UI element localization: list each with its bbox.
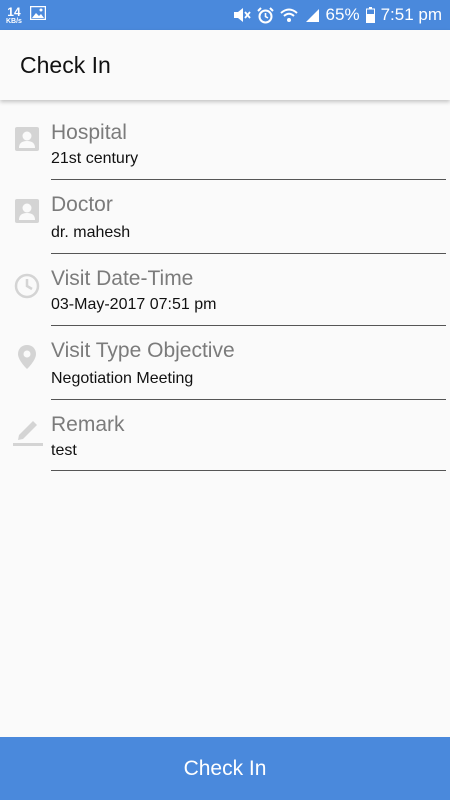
field-label: Remark [51,413,125,436]
status-bar-left: 14 KB/s [6,5,47,25]
net-speed-value: 14 [7,4,21,19]
field-label: Visit Date-Time [51,267,194,290]
battery-percent: 65% [325,5,360,24]
alarm-icon [256,6,274,24]
clock-icon [13,272,41,300]
check-in-button[interactable]: Check In [0,737,450,800]
field-underline [51,470,446,471]
field-value: Negotiation Meeting [51,370,194,387]
field-value: test [51,442,77,459]
field-value: 03-May-2017 07:51 pm [51,296,217,313]
field-label: Doctor [51,193,113,216]
doctor-field[interactable]: Doctor dr. mahesh [0,187,450,257]
field-label: Visit Type Objective [51,339,235,362]
visit-datetime-field[interactable]: Visit Date-Time 03-May-2017 07:51 pm [0,261,450,331]
clock-time: 7:51 pm [380,5,442,24]
gallery-icon [29,5,47,25]
wifi-icon [279,8,298,23]
battery-icon [365,7,375,23]
signal-icon [304,8,320,23]
field-label: Hospital [51,121,127,144]
remark-field[interactable]: Remark test [0,407,450,477]
field-underline [51,399,446,400]
field-value: 21st century [51,150,139,167]
mute-icon [233,7,251,23]
status-bar: 14 KB/s 65% 7:51 pm [0,0,450,30]
location-pin-icon [13,343,41,371]
visit-type-field[interactable]: Visit Type Objective Negotiation Meeting [0,333,450,403]
hospital-icon [13,125,41,153]
field-underline [51,179,446,180]
field-underline [51,253,446,254]
net-speed-unit: KB/s [6,17,22,25]
pencil-icon [13,415,43,447]
hospital-field[interactable]: Hospital 21st century [0,115,450,185]
field-underline [51,325,446,326]
status-bar-right: 65% 7:51 pm [233,5,442,25]
toolbar: Check In [0,30,450,100]
field-value: dr. mahesh [51,224,131,241]
net-speed: 14 KB/s [6,6,22,25]
doctor-icon [13,197,41,225]
page-title: Check In [20,51,111,78]
